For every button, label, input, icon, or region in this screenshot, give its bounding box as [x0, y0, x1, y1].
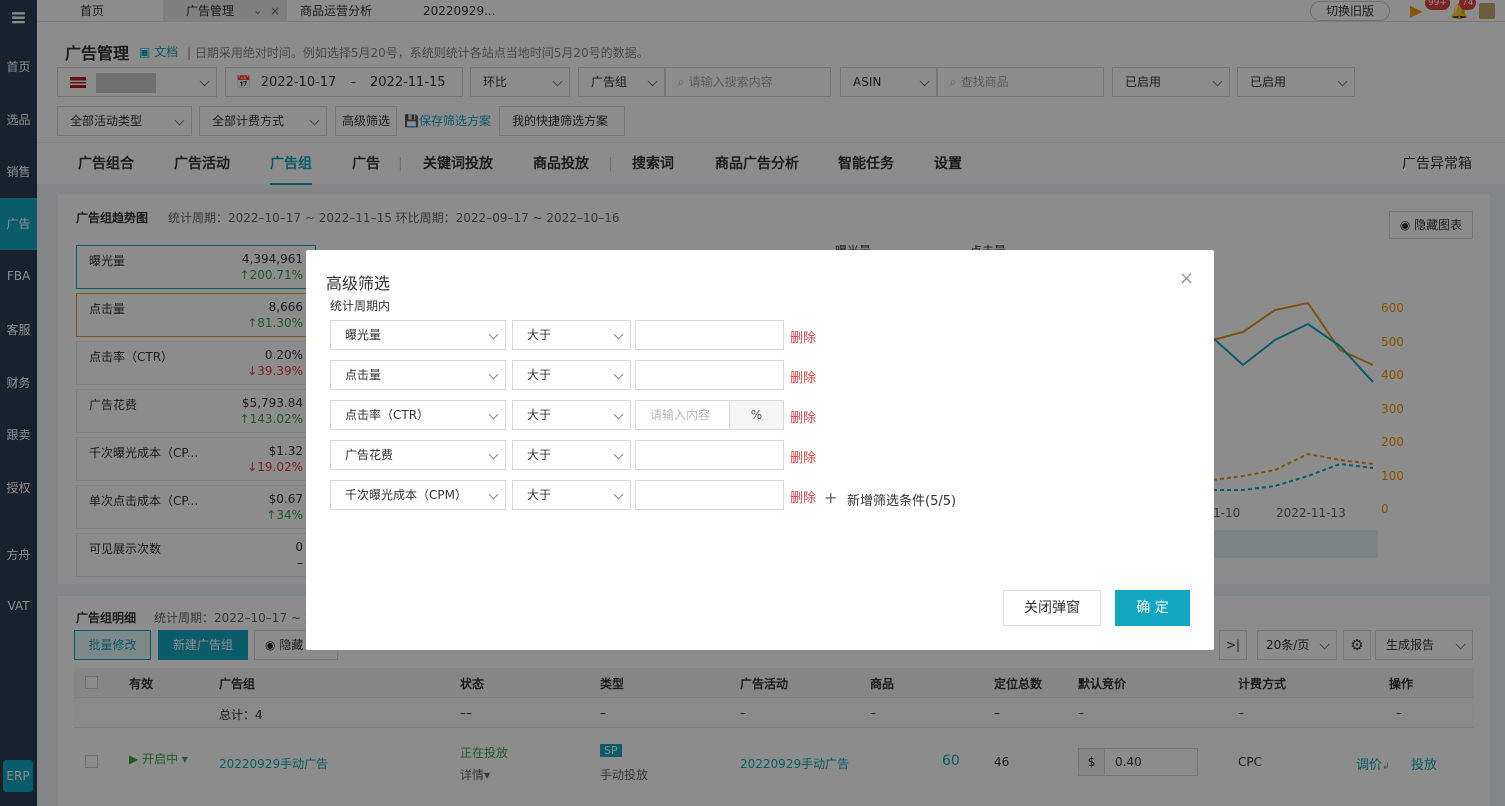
metric-select[interactable]: 点击率（CTR） [330, 400, 506, 430]
delete-condition-button[interactable]: 删除 [790, 487, 816, 506]
operator-select[interactable]: 大于 [512, 320, 631, 350]
metric-select-label: 点击率（CTR） [345, 408, 430, 422]
delete-condition-button[interactable]: 删除 [790, 367, 816, 386]
metric-select-label: 点击量 [345, 368, 382, 382]
chevron-down-icon [613, 409, 624, 420]
operator-select[interactable]: 大于 [512, 360, 631, 390]
filter-row: 千次曝光成本（CPM） 大于 删除 [330, 480, 1190, 510]
chevron-down-icon [613, 329, 624, 340]
chevron-down-icon [613, 449, 624, 460]
operator-label: 大于 [527, 328, 552, 342]
chevron-down-icon [488, 449, 499, 460]
delete-condition-button[interactable]: 删除 [790, 407, 816, 426]
operator-label: 大于 [527, 408, 552, 422]
operator-label: 大于 [527, 488, 552, 502]
operator-label: 大于 [527, 368, 552, 382]
value-input[interactable]: 请输入内容 [635, 400, 730, 430]
chevron-down-icon [613, 369, 624, 380]
filter-row: 点击率（CTR） 大于 请输入内容% 删除 [330, 400, 1190, 430]
chevron-down-icon [613, 489, 624, 500]
close-icon[interactable]: × [1179, 268, 1194, 289]
filter-row: 点击量 大于 删除 [330, 360, 1190, 390]
percent-suffix: % [729, 400, 784, 430]
delete-condition-button[interactable]: 删除 [790, 447, 816, 466]
modal-subtitle: 统计周期内 [330, 299, 391, 313]
chevron-down-icon [488, 369, 499, 380]
metric-select-label: 千次曝光成本（CPM） [345, 488, 467, 502]
chevron-down-icon [488, 409, 499, 420]
close-modal-button[interactable]: 关闭弹窗 [1003, 590, 1101, 626]
add-condition-button[interactable]: 新增筛选条件(5/5) [847, 490, 956, 509]
value-input[interactable] [635, 360, 784, 390]
metric-select[interactable]: 千次曝光成本（CPM） [330, 480, 506, 510]
operator-select[interactable]: 大于 [512, 480, 631, 510]
metric-select[interactable]: 广告花费 [330, 440, 506, 470]
delete-condition-button[interactable]: 删除 [790, 327, 816, 346]
metric-select-label: 曝光量 [345, 328, 382, 342]
chevron-down-icon [488, 489, 499, 500]
modal-title: 高级筛选 [326, 274, 391, 293]
metric-select[interactable]: 曝光量 [330, 320, 506, 350]
operator-select[interactable]: 大于 [512, 440, 631, 470]
plus-icon[interactable]: + [824, 488, 837, 507]
value-input[interactable] [635, 320, 784, 350]
chevron-down-icon [488, 329, 499, 340]
metric-select[interactable]: 点击量 [330, 360, 506, 390]
operator-select[interactable]: 大于 [512, 400, 631, 430]
value-input[interactable] [635, 440, 784, 470]
filter-row: 曝光量 大于 删除 [330, 320, 1190, 350]
filter-row: 广告花费 大于 删除 [330, 440, 1190, 470]
operator-label: 大于 [527, 448, 552, 462]
value-input[interactable] [635, 480, 784, 510]
confirm-button[interactable]: 确 定 [1115, 590, 1190, 626]
advanced-filter-modal: 高级筛选 × 统计周期内 曝光量 大于 删除 点击量 大于 删除 点击率（CTR） 大于 请输入… [306, 250, 1214, 650]
metric-select-label: 广告花费 [345, 448, 394, 462]
